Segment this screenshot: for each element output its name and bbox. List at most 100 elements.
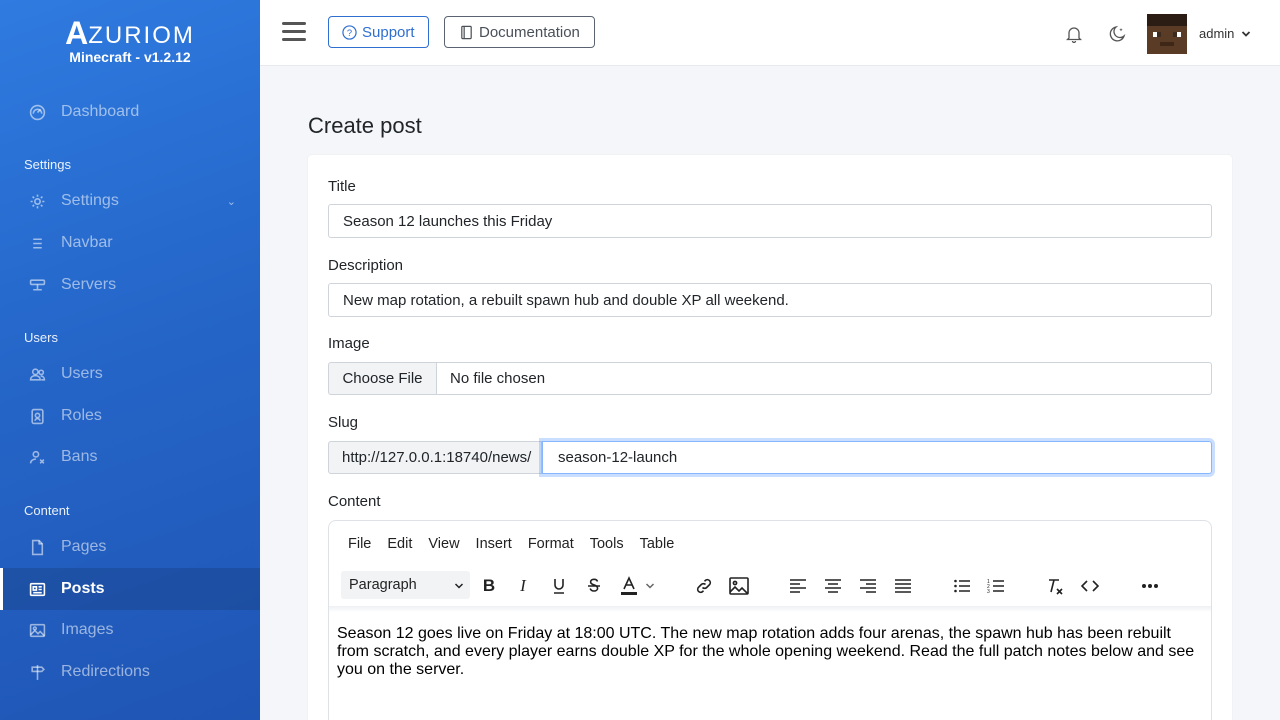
sidebar-item-label: Roles xyxy=(61,407,102,424)
sidebar-item-dashboard[interactable]: Dashboard xyxy=(0,91,260,133)
list-icon xyxy=(28,234,46,252)
chevron-down-icon xyxy=(454,579,464,595)
gear-icon xyxy=(28,192,46,210)
menu-insert[interactable]: Insert xyxy=(476,536,512,552)
moon-stars-icon[interactable] xyxy=(1108,25,1126,48)
newspaper-icon xyxy=(28,580,46,598)
documentation-button[interactable]: Documentation xyxy=(444,16,595,48)
sidebar-item-redirections[interactable]: Redirections xyxy=(0,651,260,693)
bullet-list-icon[interactable] xyxy=(950,574,974,598)
sidebar-item-label: Redirections xyxy=(61,663,150,680)
align-right-icon[interactable] xyxy=(856,574,880,598)
editor-menubar: File Edit View Insert Format Tools Table xyxy=(348,536,690,552)
sidebar-item-servers[interactable]: Servers xyxy=(0,264,260,306)
sidebar-item-pages[interactable]: Pages xyxy=(0,526,260,568)
code-icon[interactable] xyxy=(1078,574,1102,598)
sidebar-item-posts[interactable]: Posts xyxy=(0,568,260,610)
menu-edit[interactable]: Edit xyxy=(387,536,412,552)
editor-content[interactable]: Season 12 goes live on Friday at 18:00 U… xyxy=(337,625,1207,679)
sidebar-item-label: Settings xyxy=(61,192,119,209)
sidebar-heading-users: Users xyxy=(24,330,58,345)
menu-tools[interactable]: Tools xyxy=(590,536,624,552)
question-circle-icon: ? xyxy=(342,24,357,40)
slug-label: Slug xyxy=(328,414,359,431)
sidebar-item-label: Bans xyxy=(61,448,98,465)
file-icon xyxy=(28,538,46,556)
sidebar-item-users[interactable]: Users xyxy=(0,353,260,395)
align-left-icon[interactable] xyxy=(786,574,810,598)
title-label: Title xyxy=(328,178,356,195)
svg-text:?: ? xyxy=(347,27,352,37)
brand-logo-text: ZURIOM xyxy=(88,22,195,49)
avatar[interactable] xyxy=(1147,14,1187,54)
sidebar-heading-settings: Settings xyxy=(24,157,71,172)
chevron-down-icon[interactable] xyxy=(1241,26,1251,44)
slug-input[interactable]: season-12-launch xyxy=(542,441,1212,474)
book-icon xyxy=(459,25,474,40)
sidebar-item-roles[interactable]: Roles xyxy=(0,395,260,437)
brand-version: Minecraft - v1.2.12 xyxy=(69,49,191,65)
file-status[interactable]: No file chosen xyxy=(436,362,1212,395)
menu-toggle-icon[interactable] xyxy=(282,22,306,42)
person-x-icon xyxy=(28,448,46,466)
underline-icon[interactable] xyxy=(547,574,571,598)
text-color-icon[interactable] xyxy=(617,574,641,598)
menu-format[interactable]: Format xyxy=(528,536,574,552)
sidebar-item-label: Posts xyxy=(61,580,105,597)
server-icon xyxy=(28,276,46,294)
align-center-icon[interactable] xyxy=(821,574,845,598)
chevron-down-icon: ⌄ xyxy=(226,195,236,208)
title-input[interactable]: Season 12 launches this Friday xyxy=(328,204,1212,238)
svg-text:3: 3 xyxy=(987,589,990,594)
sidebar-item-settings[interactable]: Settings ⌄ xyxy=(0,180,260,222)
sidebar-item-label: Servers xyxy=(61,276,117,293)
sidebar-item-label: Users xyxy=(61,365,103,382)
documentation-label: Documentation xyxy=(479,23,580,41)
content-label: Content xyxy=(328,493,381,510)
brand-logo: AZURIOM xyxy=(0,17,260,49)
brand-logo-initial: A xyxy=(65,15,89,51)
menu-view[interactable]: View xyxy=(428,536,459,552)
support-label: Support xyxy=(362,23,415,41)
strikethrough-icon[interactable] xyxy=(582,574,606,598)
sidebar: AZURIOM Minecraft - v1.2.12 Dashboard Se… xyxy=(0,0,260,720)
editor-toolbar: Paragraph B I 123 xyxy=(341,571,1201,601)
block-format-value: Paragraph xyxy=(349,577,417,593)
sidebar-item-images[interactable]: Images xyxy=(0,609,260,651)
sidebar-item-label: Navbar xyxy=(61,234,113,251)
menu-file[interactable]: File xyxy=(348,536,371,552)
more-icon[interactable] xyxy=(1138,574,1162,598)
badge-icon xyxy=(28,407,46,425)
page-title: Create post xyxy=(308,113,422,138)
support-button[interactable]: ? Support xyxy=(328,16,429,48)
slug-prefix: http://127.0.0.1:18740/news/ xyxy=(328,441,542,474)
sidebar-item-label: Pages xyxy=(61,538,107,555)
toolbar-divider xyxy=(329,606,1211,612)
block-format-select[interactable]: Paragraph xyxy=(341,571,470,599)
image-label: Image xyxy=(328,335,370,352)
italic-icon[interactable]: I xyxy=(511,574,535,598)
clear-formatting-icon[interactable] xyxy=(1043,574,1067,598)
sidebar-item-label: Images xyxy=(61,621,114,638)
menu-table[interactable]: Table xyxy=(640,536,675,552)
people-icon xyxy=(28,365,46,383)
gauge-icon xyxy=(28,103,46,121)
chevron-down-icon[interactable] xyxy=(642,574,658,598)
sidebar-item-navbar[interactable]: Navbar xyxy=(0,222,260,264)
description-label: Description xyxy=(328,257,404,274)
signpost-icon xyxy=(28,663,46,681)
choose-file-button[interactable]: Choose File xyxy=(328,362,437,395)
image-insert-icon[interactable] xyxy=(727,574,751,598)
sidebar-item-bans[interactable]: Bans xyxy=(0,436,260,478)
brand[interactable]: AZURIOM Minecraft - v1.2.12 xyxy=(0,0,260,80)
align-justify-icon[interactable] xyxy=(891,574,915,598)
description-input[interactable]: New map rotation, a rebuilt spawn hub an… xyxy=(328,283,1212,317)
sidebar-item-label: Dashboard xyxy=(61,103,140,120)
user-name[interactable]: admin xyxy=(1199,26,1234,41)
image-icon xyxy=(28,621,46,639)
numbered-list-icon[interactable]: 123 xyxy=(984,574,1008,598)
bold-icon[interactable]: B xyxy=(477,574,501,598)
link-icon[interactable] xyxy=(692,574,716,598)
sidebar-heading-content: Content xyxy=(24,503,70,518)
bell-icon[interactable] xyxy=(1065,25,1083,48)
